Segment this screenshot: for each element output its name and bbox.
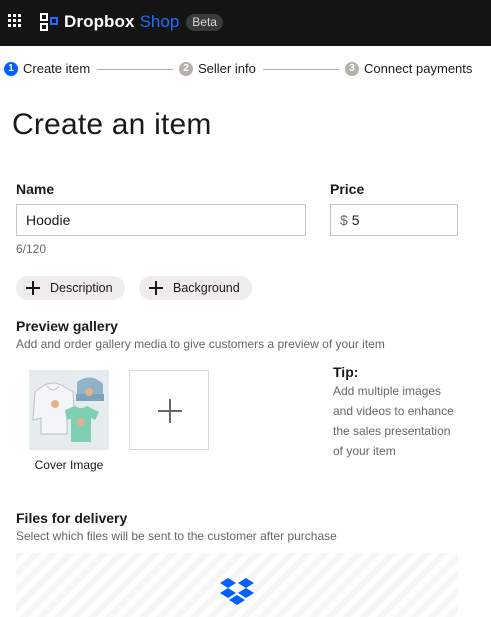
brand-logo[interactable]: Dropbox Shop Beta — [40, 12, 223, 32]
name-input[interactable]: Hoodie — [16, 204, 306, 236]
price-input-value: 5 — [351, 212, 360, 228]
step-connector — [263, 69, 339, 70]
name-input-value: Hoodie — [26, 212, 71, 228]
step-number-2: 2 — [179, 61, 193, 76]
step-number-1: 1 — [4, 61, 18, 76]
name-label: Name — [16, 181, 55, 197]
step-label-seller-info: Seller info — [198, 61, 256, 76]
file-dropzone[interactable] — [16, 553, 458, 617]
plus-icon — [26, 281, 40, 295]
step-label-create-item: Create item — [23, 61, 91, 76]
price-input[interactable]: $ 5 — [330, 204, 458, 236]
hoodie-merch-image — [29, 370, 109, 450]
brand-product: Shop — [139, 12, 180, 31]
currency-prefix: $ — [340, 212, 348, 228]
add-background-label: Background — [173, 281, 240, 295]
progress-stepper: 1 Create item 2 Seller info 3 Connect pa… — [0, 58, 491, 80]
add-media-button[interactable] — [129, 370, 209, 450]
plus-icon — [149, 281, 163, 295]
add-description-label: Description — [50, 281, 113, 295]
add-background-button[interactable]: Background — [139, 276, 252, 300]
step-connect-payments[interactable]: 3 Connect payments — [345, 61, 472, 76]
page-title: Create an item — [12, 108, 212, 141]
step-number-3: 3 — [345, 61, 359, 76]
app-grid-icon[interactable] — [8, 14, 22, 28]
price-label: Price — [330, 181, 365, 197]
preview-gallery-title: Preview gallery — [16, 318, 118, 334]
cover-image-thumbnail[interactable] — [29, 370, 109, 450]
step-connector — [97, 69, 173, 70]
tip-title: Tip: — [333, 364, 359, 380]
plus-icon — [158, 399, 182, 423]
dropbox-logo-icon — [40, 13, 58, 31]
dropbox-box-icon — [220, 578, 254, 605]
step-seller-info[interactable]: 2 Seller info — [179, 61, 256, 76]
step-label-connect-payments: Connect payments — [364, 61, 473, 76]
name-char-counter: 6/120 — [16, 242, 47, 256]
files-for-delivery-title: Files for delivery — [16, 510, 128, 526]
brand-name: Dropbox — [64, 12, 135, 31]
preview-gallery-subtitle: Add and order gallery media to give cust… — [16, 337, 385, 351]
files-for-delivery-subtitle: Select which files will be sent to the c… — [16, 529, 337, 543]
cover-image-caption: Cover Image — [34, 458, 104, 472]
add-description-button[interactable]: Description — [16, 276, 125, 300]
beta-badge: Beta — [186, 13, 223, 31]
top-bar: Dropbox Shop Beta — [0, 0, 491, 46]
step-create-item[interactable]: 1 Create item — [4, 61, 90, 76]
tip-body: Add multiple images and videos to enhanc… — [333, 384, 454, 458]
